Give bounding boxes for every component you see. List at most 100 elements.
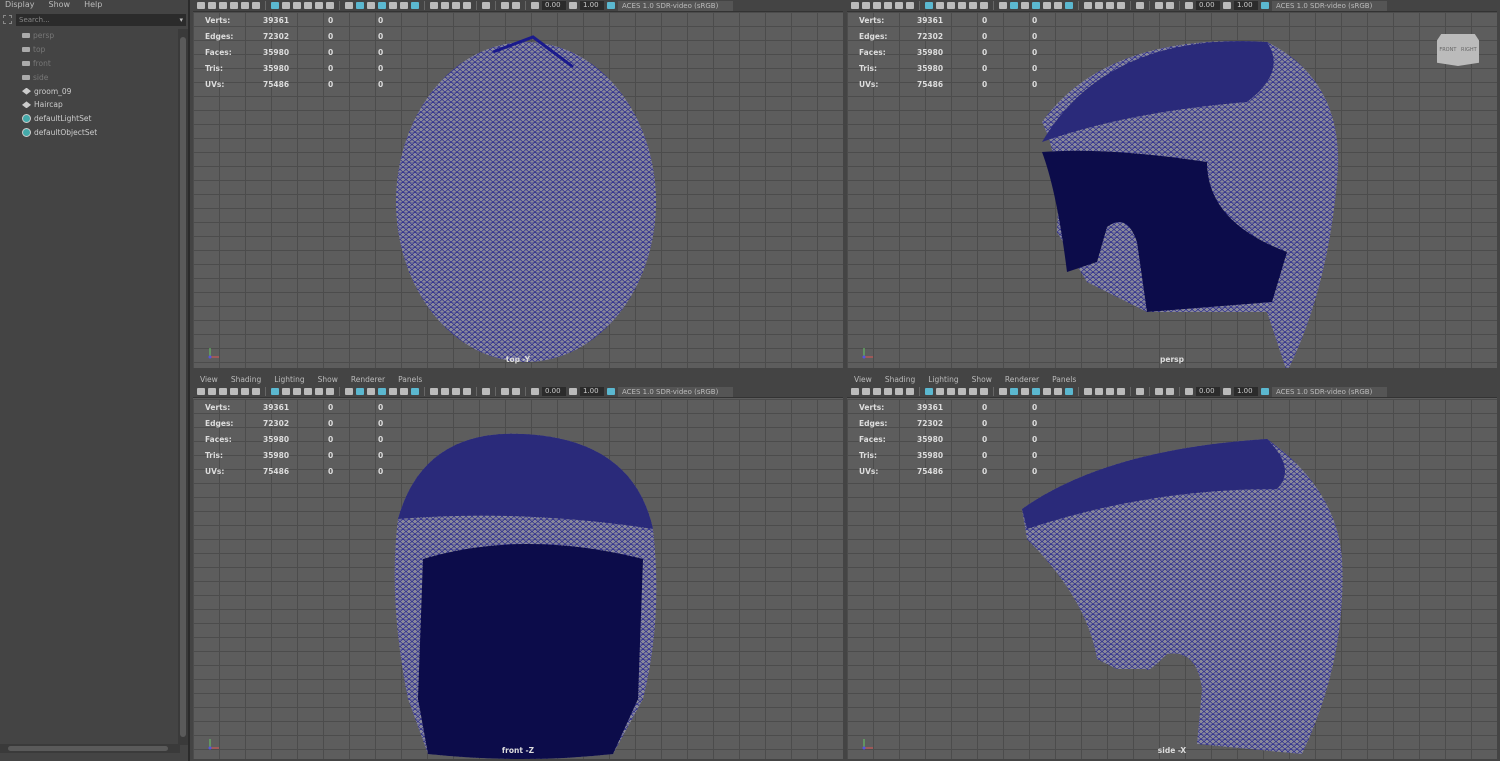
camera-icon[interactable] [851, 2, 859, 9]
motion-blur-icon[interactable] [441, 2, 449, 9]
image-plane-icon[interactable] [884, 2, 892, 9]
isolate-icon[interactable] [1043, 2, 1051, 9]
color-management-icon[interactable] [607, 2, 615, 9]
smooth-shade-icon[interactable] [356, 388, 364, 395]
grease-pencil-icon[interactable] [241, 2, 249, 9]
color-management-icon[interactable] [1261, 2, 1269, 9]
grid-icon[interactable] [271, 2, 279, 9]
grease-pencil-icon[interactable] [895, 2, 903, 9]
smooth-shade-icon[interactable] [1010, 388, 1018, 395]
xray-icon[interactable] [1032, 2, 1040, 9]
color-management-icon[interactable] [1261, 388, 1269, 395]
default-material-icon[interactable] [367, 2, 375, 9]
shadows-icon[interactable] [411, 2, 419, 9]
menu-show[interactable]: Show [49, 0, 71, 10]
film-gate-icon[interactable] [936, 2, 944, 9]
view-cube[interactable]: FRONT RIGHT [1437, 34, 1479, 66]
horizontal-scrollbar[interactable] [0, 744, 180, 753]
film-gate-icon[interactable] [282, 388, 290, 395]
field-chart-icon[interactable] [969, 2, 977, 9]
vertical-scrollbar[interactable] [178, 29, 188, 745]
menu-panels[interactable]: Panels [398, 373, 422, 386]
chevron-down-icon[interactable]: ▾ [179, 14, 183, 26]
default-material-icon[interactable] [367, 388, 375, 395]
lights-icon[interactable] [400, 2, 408, 9]
exposure-field[interactable]: 0.00 [542, 1, 566, 10]
image-plane-icon[interactable] [230, 388, 238, 395]
grease-pencil-icon[interactable] [241, 388, 249, 395]
image-plane-icon[interactable] [230, 2, 238, 9]
camera-attr-icon[interactable] [208, 2, 216, 9]
wireframe-icon[interactable] [999, 388, 1007, 395]
camera-attr-icon[interactable] [208, 388, 216, 395]
viewport-persp[interactable]: 0.00 1.00 ACES 1.0 SDR-video (sRGB) Verts:… [847, 0, 1497, 368]
film-gate-icon[interactable] [282, 2, 290, 9]
viewport-front[interactable]: View Shading Lighting Show Renderer Panels 0.0… [193, 373, 843, 759]
viewport-canvas[interactable]: Verts: 39361 0 0 Edges: 72302 0 0 Faces: 35980 0 0 T… [193, 12, 843, 368]
2d-pan-icon[interactable] [906, 388, 914, 395]
menu-help[interactable]: Help [84, 0, 102, 10]
resolution-gate-icon[interactable] [947, 388, 955, 395]
field-chart-icon[interactable] [969, 388, 977, 395]
menu-view[interactable]: View [854, 373, 872, 386]
shadows-icon[interactable] [1065, 388, 1073, 395]
exposure-field[interactable]: 0.00 [542, 387, 566, 396]
motion-blur-icon[interactable] [1095, 2, 1103, 9]
color-management-icon[interactable] [607, 388, 615, 395]
grid-icon[interactable] [925, 388, 933, 395]
search-input[interactable]: Search... ▾ [16, 14, 186, 26]
aa-icon[interactable] [1106, 2, 1114, 9]
film-gate-icon[interactable] [936, 388, 944, 395]
menu-lighting[interactable]: Lighting [274, 373, 304, 386]
safe-title-icon[interactable] [326, 388, 334, 395]
bookmark-icon[interactable] [873, 2, 881, 9]
camera-icon[interactable] [197, 388, 205, 395]
menu-show[interactable]: Show [318, 373, 338, 386]
menu-renderer[interactable]: Renderer [1005, 373, 1039, 386]
outliner-item-haircap[interactable]: Haircap [0, 98, 178, 112]
dof-icon[interactable] [463, 388, 471, 395]
isolate-icon[interactable] [389, 388, 397, 395]
select-camera-icon[interactable] [482, 388, 490, 395]
outliner-item-defaultobjectset[interactable]: defaultObjectSet [0, 126, 178, 140]
resolution-gate-icon[interactable] [293, 2, 301, 9]
safe-title-icon[interactable] [980, 2, 988, 9]
menu-panels[interactable]: Panels [1052, 373, 1076, 386]
safe-action-icon[interactable] [304, 388, 312, 395]
menu-shading[interactable]: Shading [885, 373, 915, 386]
backface-icon[interactable] [512, 388, 520, 395]
shadows-icon[interactable] [1065, 2, 1073, 9]
isolate-icon[interactable] [1043, 388, 1051, 395]
outliner-item-persp[interactable]: persp [0, 29, 178, 43]
2d-pan-icon[interactable] [252, 388, 260, 395]
backface-icon[interactable] [1166, 2, 1174, 9]
lights-icon[interactable] [400, 388, 408, 395]
xray-icon[interactable] [378, 388, 386, 395]
default-material-icon[interactable] [1021, 2, 1029, 9]
xray-icon[interactable] [378, 2, 386, 9]
camera-attr-icon[interactable] [862, 388, 870, 395]
gamma-field[interactable]: 1.00 [580, 387, 604, 396]
gamma-field[interactable]: 1.00 [1234, 1, 1258, 10]
xray-icon[interactable] [1032, 388, 1040, 395]
outliner-item-side[interactable]: side [0, 70, 178, 84]
viewport-side[interactable]: View Shading Lighting Show Renderer Panels 0.0… [847, 373, 1497, 759]
bookmark-icon[interactable] [219, 2, 227, 9]
ao-icon[interactable] [430, 2, 438, 9]
color-space-dropdown[interactable]: ACES 1.0 SDR-video (sRGB) [618, 386, 733, 397]
menu-display[interactable]: Display [5, 0, 35, 10]
camera-icon[interactable] [851, 388, 859, 395]
default-material-icon[interactable] [1021, 388, 1029, 395]
aa-icon[interactable] [452, 388, 460, 395]
two-sided-icon[interactable] [1155, 388, 1163, 395]
outliner-item-front[interactable]: front [0, 57, 178, 71]
isolate-icon[interactable] [389, 2, 397, 9]
two-sided-icon[interactable] [501, 388, 509, 395]
ao-icon[interactable] [1084, 388, 1092, 395]
bookmark-icon[interactable] [873, 388, 881, 395]
menu-shading[interactable]: Shading [231, 373, 261, 386]
safe-title-icon[interactable] [980, 388, 988, 395]
backface-icon[interactable] [1166, 388, 1174, 395]
menu-view[interactable]: View [200, 373, 218, 386]
2d-pan-icon[interactable] [906, 2, 914, 9]
